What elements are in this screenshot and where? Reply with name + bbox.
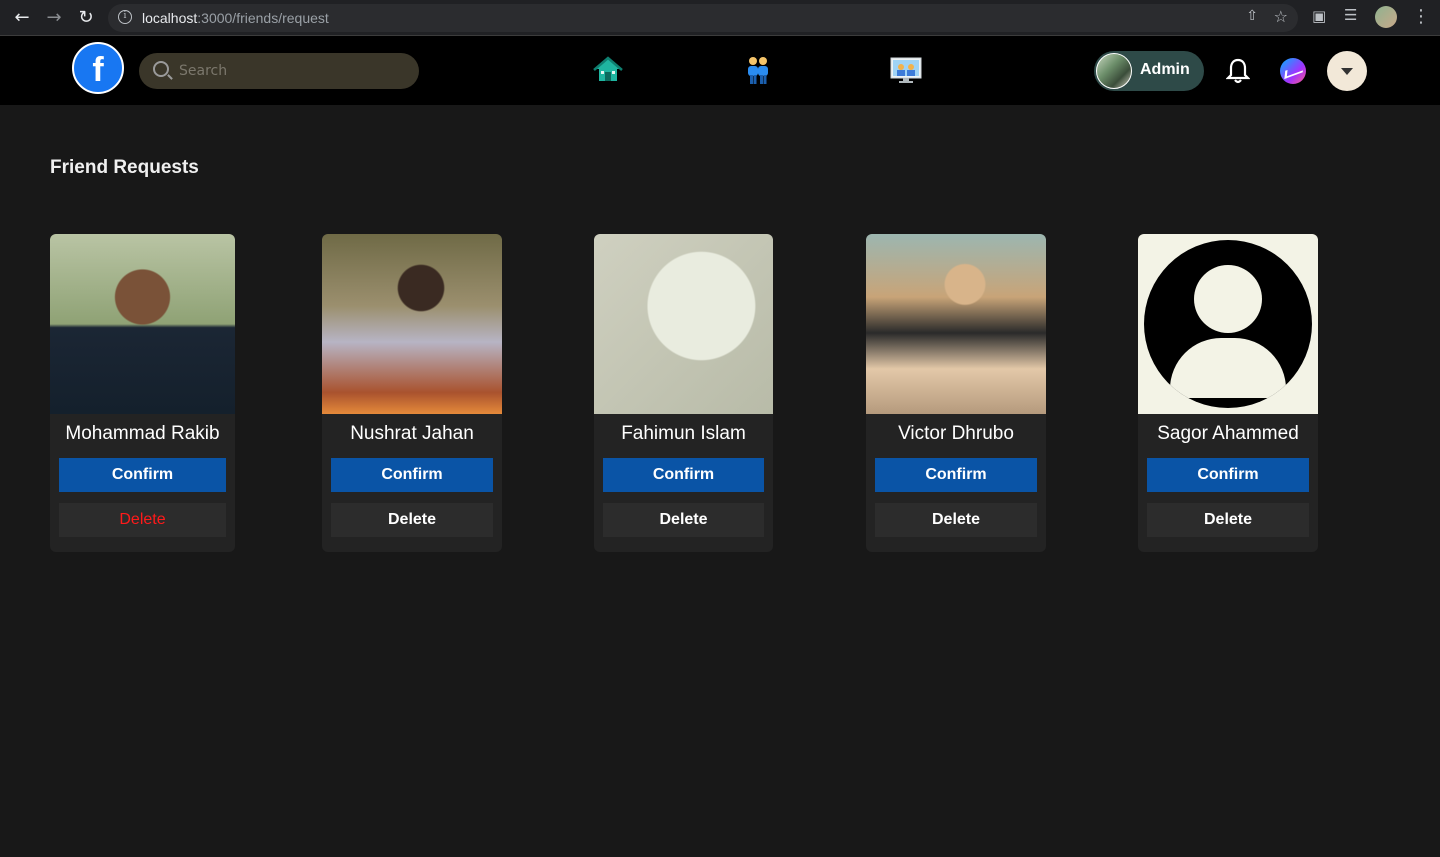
extensions-puzzle-icon[interactable]: ▣ [1312,7,1326,25]
profile-button[interactable]: Admin [1094,51,1204,91]
address-url[interactable]: localhost:3000/friends/request [142,10,329,26]
messenger-icon[interactable] [1280,58,1306,84]
default-avatar-photo[interactable] [1138,234,1318,414]
facebook-logo-icon[interactable]: f [72,42,124,94]
search-bar[interactable] [139,53,419,89]
delete-button[interactable]: Delete [875,503,1037,537]
bookmark-star-icon[interactable]: ☆ [1274,7,1288,26]
friend-request-card: Victor Dhrubo Confirm Delete [866,234,1046,552]
delete-button[interactable]: Delete [603,503,764,537]
requester-name[interactable]: Sagor Ahammed [1138,423,1318,445]
app-header: f Admin [0,36,1440,105]
confirm-button[interactable]: Confirm [1147,458,1309,492]
back-arrow-icon[interactable]: ← [10,6,34,30]
search-input[interactable] [179,61,399,81]
account-menu-dropdown-icon[interactable] [1327,51,1367,91]
profile-name: Admin [1140,61,1190,78]
share-icon[interactable]: ⇧ [1246,8,1258,24]
site-info-icon[interactable]: i [118,10,132,24]
requester-name[interactable]: Nushrat Jahan [322,423,502,445]
media-queue-icon[interactable]: ☰ [1344,6,1357,24]
confirm-button[interactable]: Confirm [875,458,1037,492]
default-avatar-icon [1144,240,1312,408]
requester-name[interactable]: Mohammad Rakib [50,423,235,445]
profile-photo[interactable] [322,234,502,414]
delete-button[interactable]: Delete [1147,503,1309,537]
profile-photo[interactable] [866,234,1046,414]
requester-name[interactable]: Fahimun Islam [594,423,773,445]
friend-request-card: Nushrat Jahan Confirm Delete [322,234,502,552]
friend-request-card: Mohammad Rakib Confirm Delete [50,234,235,552]
friend-request-card: Sagor Ahammed Confirm Delete [1138,234,1318,552]
avatar [1096,53,1132,89]
home-icon[interactable] [592,54,624,86]
watch-video-icon[interactable] [890,54,922,86]
url-host: localhost [142,10,198,26]
page-title: Friend Requests [50,157,199,178]
profile-photo[interactable] [594,234,773,414]
browser-menu-icon[interactable]: ⋮ [1412,6,1430,27]
friends-icon[interactable] [742,54,774,86]
address-bar[interactable]: i localhost:3000/friends/request ⇧ ☆ [108,4,1298,32]
notification-bell-icon[interactable] [1226,58,1250,84]
forward-arrow-icon[interactable]: → [42,6,66,30]
confirm-button[interactable]: Confirm [603,458,764,492]
reload-icon[interactable]: ↻ [74,6,98,30]
browser-toolbar: ← → ↻ i localhost:3000/friends/request ⇧… [0,0,1440,36]
browser-profile-avatar[interactable] [1375,6,1397,28]
search-icon [153,61,169,77]
delete-button[interactable]: Delete [59,503,226,537]
delete-button[interactable]: Delete [331,503,493,537]
requester-name[interactable]: Victor Dhrubo [866,423,1046,445]
confirm-button[interactable]: Confirm [59,458,226,492]
confirm-button[interactable]: Confirm [331,458,493,492]
profile-photo[interactable] [50,234,235,414]
url-path: :3000/friends/request [197,10,329,26]
friend-request-card: Fahimun Islam Confirm Delete [594,234,773,552]
